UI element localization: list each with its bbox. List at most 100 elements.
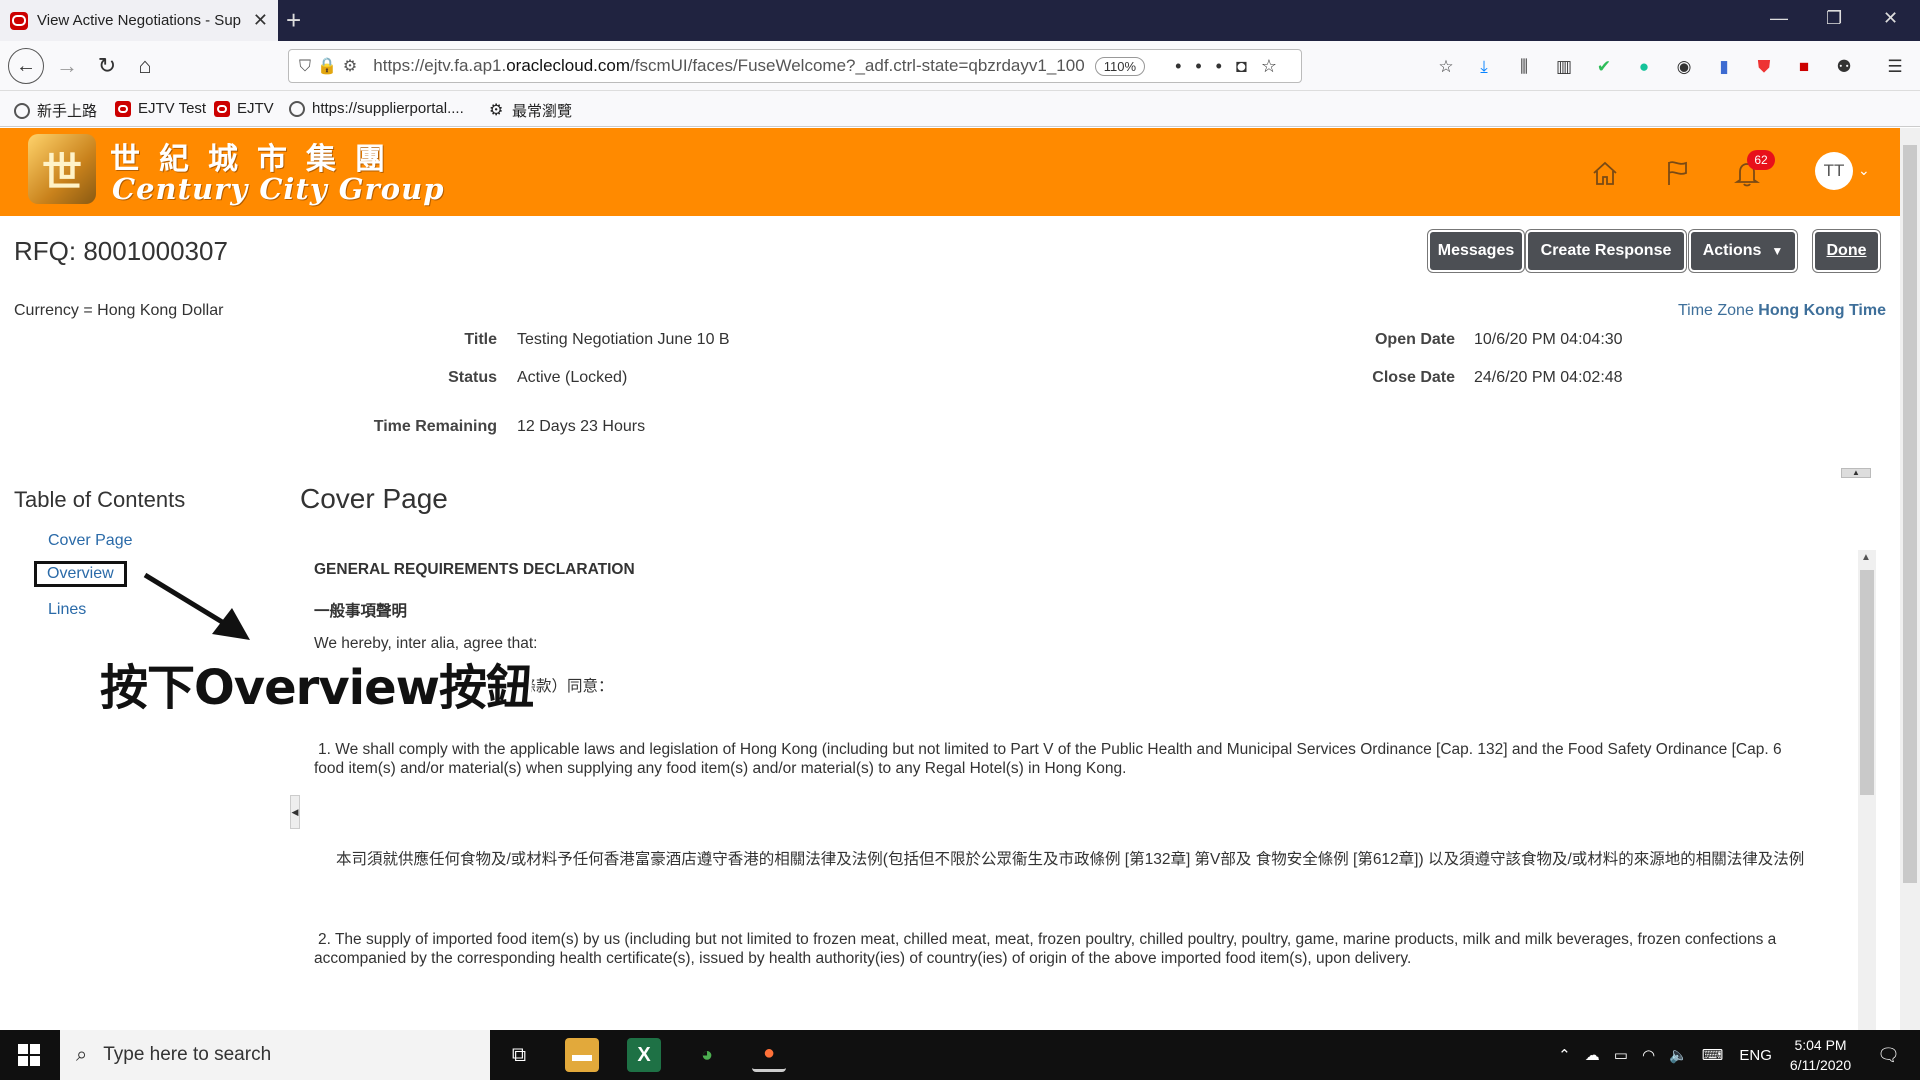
extension-icon[interactable]: ⚉ [1833,56,1855,78]
caret-down-icon: ▼ [1771,244,1784,258]
globe-icon [289,100,305,117]
file-explorer-icon[interactable]: ▬ [565,1038,599,1072]
create-response-button[interactable]: Create Response [1528,232,1684,270]
notification-badge: 62 [1747,150,1775,170]
messages-button[interactable]: Messages [1430,232,1522,270]
url-text: https://ejtv.fa.ap1.oraclecloud.com/fscm… [373,56,1085,75]
tab-title: View Active Negotiations - Sup [37,12,242,29]
close-date-value: 24/6/20 PM 04:02:48 [1474,369,1623,386]
app-header: 世 世紀城市集團 Century City Group 62 TT ⌄ [0,128,1900,216]
window-close-icon[interactable]: ✕ [1883,8,1898,29]
chevron-up-icon[interactable]: ⌃ [1558,1046,1571,1064]
actions-menu-button[interactable]: Actions ▼ [1691,232,1795,270]
search-placeholder: Type here to search [103,1044,272,1065]
toc-link-lines[interactable]: Lines [48,601,86,619]
close-tab-icon[interactable]: ✕ [253,10,268,31]
logo-english-text: Century City Group [112,172,445,206]
cloud-icon[interactable]: ☁ [1585,1046,1600,1064]
page-scroll-thumb[interactable] [1903,145,1917,883]
toc-link-overview[interactable]: Overview [34,561,127,587]
gear-icon: ⚙ [489,101,504,119]
page-actions-icon[interactable]: ••• [1175,56,1236,77]
document-scroll-thumb[interactable] [1860,570,1874,795]
toc-link-cover-page[interactable]: Cover Page [48,532,133,550]
back-arrow-icon[interactable]: ← [8,48,44,84]
chrome-icon[interactable]: ◕ [690,1038,724,1072]
browser-tab-bar: View Active Negotiations - Sup ✕ + — ❐ ✕ [0,0,1920,41]
open-date-label: Open Date [1374,331,1455,348]
done-button[interactable]: Done [1815,232,1878,270]
excel-icon[interactable]: X [627,1038,661,1072]
restore-icon[interactable]: ❐ [1826,8,1842,29]
wifi-icon[interactable]: ◠ [1642,1046,1655,1064]
forward-arrow-icon[interactable]: → [52,51,82,81]
home-icon[interactable] [1590,158,1620,188]
oracle-icon [214,100,230,117]
bookmark-item[interactable]: ⚙ 最常瀏覽 [489,100,572,121]
close-date-label: Close Date [1372,369,1455,386]
user-avatar[interactable]: TT [1815,152,1853,190]
item1-text-cont: food item(s) and/or material(s) when sup… [314,760,1127,777]
firefox-icon[interactable]: ● [752,1038,786,1072]
oracle-icon [115,100,131,117]
time-remaining-label: Time Remaining [373,418,497,435]
minimize-icon[interactable]: — [1770,8,1788,29]
reading-list-icon[interactable]: ☆ [1435,56,1457,78]
item2-text-cont: accompanied by the corresponding health … [314,950,1412,967]
title-label: Title [464,331,497,348]
scroll-up-icon[interactable]: ▲ [1861,552,1871,563]
sidebar-icon[interactable]: ▥ [1553,56,1575,78]
zoom-level[interactable]: 110% [1094,56,1146,76]
grammarly-icon[interactable]: ● [1633,56,1655,78]
shield-extension-icon[interactable]: ⛊ [1753,56,1775,78]
account-icon[interactable]: ◉ [1673,56,1695,78]
home-icon[interactable]: ⌂ [130,51,160,81]
globe-icon [14,102,30,119]
check-extension-icon[interactable]: ✔ [1593,56,1615,78]
volume-icon[interactable]: 🔈 [1669,1046,1688,1064]
download-icon[interactable]: ⤓ [1473,56,1495,78]
timezone-info: Time Zone Hong Kong Time [1677,302,1886,319]
annotation-arrow-icon [143,572,250,640]
taskbar-search[interactable]: ⌕ Type here to search [60,1030,490,1080]
language-indicator[interactable]: ENG [1739,1047,1772,1064]
search-icon: ⌕ [76,1043,88,1066]
chevron-down-icon[interactable]: ⌄ [1858,162,1870,179]
task-view-icon[interactable]: ⧉ [502,1038,536,1072]
bookmark-star-icon[interactable]: ☆ [1261,56,1291,77]
windows-start-icon[interactable] [18,1044,40,1066]
flag-icon[interactable] [1662,158,1692,188]
oracle-favicon-icon [10,11,28,30]
new-tab-icon[interactable]: + [286,6,301,34]
item1-text: 1. We shall comply with the applicable l… [318,741,1782,758]
splitter-collapse-handle[interactable]: ◀ [290,795,300,829]
lock-icon: ⛉🔒⚙ [299,58,364,75]
declaration-heading: GENERAL REQUIREMENTS DECLARATION [314,561,635,578]
cover-page-document: GENERAL REQUIREMENTS DECLARATION 一般事項聲明 … [300,550,1858,1030]
pdf-extension-icon[interactable]: ■ [1793,56,1815,78]
status-label: Status [448,369,497,386]
taskbar-clock[interactable]: 5:04 PM 6/11/2020 [1790,1035,1851,1075]
url-bar[interactable]: ⛉🔒⚙ https://ejtv.fa.ap1.oraclecloud.com/… [288,49,1302,83]
bookmark-extension-icon[interactable]: ▮ [1713,56,1735,78]
status-value: Active (Locked) [517,369,628,386]
bookmark-item[interactable]: 新手上路 [14,100,97,121]
open-date-value: 10/6/20 PM 04:04:30 [1474,331,1623,348]
menu-icon[interactable]: ☰ [1884,56,1906,78]
item1-text-zh: 本司須就供應任何食物及/或材料予任何香港富豪酒店遵守香港的相關法律及法例(包括但… [336,851,1805,868]
time-remaining-value: 12 Days 23 Hours [517,418,646,435]
declaration-heading-zh: 一般事項聲明 [314,603,408,620]
bookmark-item[interactable]: https://supplierportal.... [289,100,464,117]
browser-tab[interactable]: View Active Negotiations - Sup ✕ [0,0,278,41]
keyboard-icon[interactable]: ⌨ [1702,1046,1724,1064]
collapse-pane-handle[interactable]: ▲ [1841,468,1871,478]
bookmark-item[interactable]: EJTV Test [115,100,206,117]
library-icon[interactable]: ⫼ [1513,56,1535,78]
section-title: Cover Page [300,483,448,514]
battery-icon[interactable]: ▭ [1614,1046,1628,1064]
pocket-icon[interactable]: ◘ [1236,56,1261,77]
bookmark-item[interactable]: EJTV [214,100,274,117]
system-tray: ⌃ ☁ ▭ ◠ 🔈 ⌨ ENG 5:04 PM 6/11/2020 🗨 [1558,1030,1920,1080]
reload-icon[interactable]: ↻ [92,51,122,81]
action-center-icon[interactable]: 🗨 [1877,1045,1900,1066]
